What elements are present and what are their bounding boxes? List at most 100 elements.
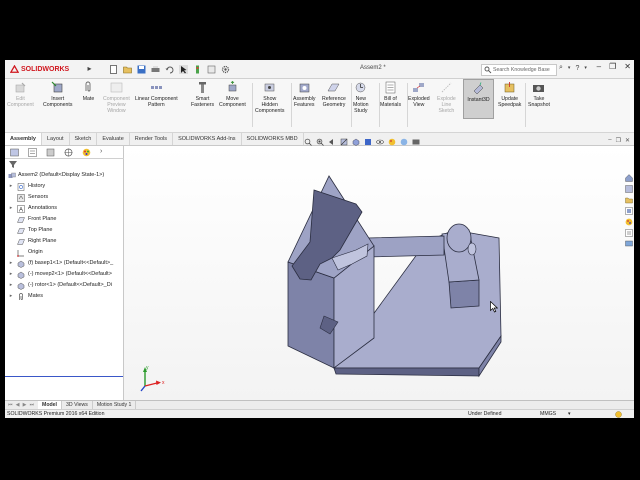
search-knowledge-base[interactable]: Search Knowledge Base	[481, 64, 557, 76]
expand-arrow-icon[interactable]: ▸	[8, 280, 14, 291]
dimxpert-tab-icon[interactable]	[64, 148, 73, 157]
help-dropdown-icon[interactable]: ▾	[584, 65, 587, 71]
tab-layout[interactable]: Layout	[42, 133, 70, 145]
graphics-area[interactable]: – ❐ ✕ x y	[124, 137, 634, 400]
design-library-icon[interactable]	[625, 185, 633, 193]
viewport-minimize-icon[interactable]: –	[608, 137, 611, 144]
help-icon[interactable]: ?	[575, 65, 579, 72]
tree-item-origin[interactable]: Origin	[5, 247, 123, 258]
previous-view-icon[interactable]	[328, 138, 336, 146]
property-manager-tab-icon[interactable]	[28, 147, 37, 157]
tree-item-basep1[interactable]: ▸ (f) basep1<1> (Default<<Default>_	[5, 258, 123, 269]
first-tab-icon[interactable]: ⏮	[8, 402, 13, 409]
tab-evaluate[interactable]: Evaluate	[97, 133, 130, 145]
undo-icon[interactable]	[165, 65, 174, 74]
minimize-icon[interactable]: –	[597, 62, 601, 71]
zoom-to-area-icon[interactable]	[316, 138, 324, 146]
search-dropdown-icon[interactable]: ▾	[568, 65, 571, 71]
feature-manager-tab-icon[interactable]	[10, 148, 19, 157]
expand-arrow-icon[interactable]: ▸	[8, 181, 14, 192]
expand-arrow-icon[interactable]: ▸	[8, 258, 14, 269]
tree-item-mates[interactable]: ▸ Mates	[5, 291, 123, 302]
tree-item-movep2[interactable]: ▸ (-) movep2<1> (Default<<Default>	[5, 269, 123, 280]
tab-motion-study-1[interactable]: Motion Study 1	[93, 401, 137, 409]
custom-properties-icon[interactable]	[625, 229, 633, 237]
close-icon[interactable]: ✕	[624, 62, 631, 71]
show-hidden-components-button[interactable]: Show Hidden Components	[255, 81, 284, 114]
assembly-3d-model[interactable]	[124, 146, 634, 400]
prev-tab-icon[interactable]: ◀	[16, 402, 20, 409]
update-speedpak-button[interactable]: Update Speedpak	[498, 81, 521, 108]
display-style-icon[interactable]	[364, 138, 372, 146]
mate-button[interactable]: Mate	[82, 81, 95, 102]
forum-icon[interactable]	[625, 240, 633, 248]
menu-expand-icon[interactable]: ▸	[85, 63, 94, 75]
expand-arrow-icon[interactable]: ▸	[8, 269, 14, 280]
tree-item-sensors[interactable]: Sensors	[5, 192, 123, 203]
viewport-restore-icon[interactable]: ❐	[616, 137, 621, 144]
file-explorer-icon[interactable]	[625, 196, 633, 204]
component-preview-window-button[interactable]: Component Preview Window	[103, 81, 130, 114]
zoom-to-fit-icon[interactable]	[304, 138, 312, 146]
bill-of-materials-button[interactable]: Bill of Materials	[380, 81, 401, 108]
panel-expand-icon[interactable]: ›	[100, 148, 102, 157]
solidworks-logo[interactable]: SOLIDWORKS	[10, 64, 69, 74]
next-tab-icon[interactable]: ▶	[23, 402, 27, 409]
instant3d-button[interactable]: Instant3D	[463, 79, 494, 119]
tab-assembly[interactable]: Assembly	[5, 133, 42, 145]
section-view-icon[interactable]	[340, 138, 348, 146]
edit-appearance-icon[interactable]	[388, 138, 396, 146]
exploded-view-button[interactable]: Exploded View	[408, 81, 430, 108]
options-gear-icon[interactable]	[221, 65, 230, 74]
view-orientation-icon[interactable]	[352, 138, 360, 146]
tree-item-annotations[interactable]: ▸ A Annotations	[5, 203, 123, 214]
search-input[interactable]: Search Knowledge Base	[493, 67, 550, 73]
expand-arrow-icon[interactable]: ▸	[8, 291, 14, 302]
tree-item-front-plane[interactable]: Front Plane	[5, 214, 123, 225]
view-palette-icon[interactable]	[625, 207, 633, 215]
print-icon[interactable]	[151, 65, 160, 74]
tab-3d-views[interactable]: 3D Views	[62, 401, 93, 409]
linear-component-pattern-button[interactable]: Linear Component Pattern	[135, 81, 178, 108]
tree-item-right-plane[interactable]: Right Plane	[5, 236, 123, 247]
apply-scene-icon[interactable]	[400, 138, 408, 146]
restore-icon[interactable]: ❐	[609, 62, 616, 71]
expand-arrow-icon[interactable]: ▸	[8, 203, 14, 214]
new-motion-study-button[interactable]: New Motion Study	[353, 81, 369, 114]
select-pointer-icon[interactable]	[179, 64, 188, 74]
tab-sketch[interactable]: Sketch	[70, 133, 98, 145]
insert-components-button[interactable]: Insert Components	[43, 81, 72, 108]
unit-system[interactable]: MMGS	[540, 410, 556, 418]
quick-tips-icon[interactable]	[615, 411, 622, 418]
tree-item-top-plane[interactable]: Top Plane	[5, 225, 123, 236]
open-folder-icon[interactable]	[123, 65, 132, 74]
tree-item-rotor[interactable]: ▸ (-) rotor<1> (Default<<Default>_Di	[5, 280, 123, 291]
display-manager-tab-icon[interactable]	[82, 148, 91, 157]
search-icon[interactable]: ⌕	[559, 64, 563, 72]
configuration-manager-tab-icon[interactable]	[46, 148, 55, 157]
file-properties-icon[interactable]	[207, 65, 216, 74]
reference-geometry-button[interactable]: Reference Geometry	[322, 81, 346, 108]
take-snapshot-button[interactable]: Take Snapshot	[528, 81, 550, 108]
viewport-close-icon[interactable]: ✕	[625, 137, 630, 144]
rebuild-icon[interactable]	[193, 65, 202, 74]
tab-render-tools[interactable]: Render Tools	[130, 133, 174, 145]
explode-line-sketch-button[interactable]: Explode Line Sketch	[437, 81, 456, 114]
new-document-icon[interactable]	[109, 64, 118, 74]
save-icon[interactable]	[137, 65, 146, 74]
hide-show-items-icon[interactable]	[376, 138, 384, 146]
tab-solidworks-mbd[interactable]: SOLIDWORKS MBD	[242, 133, 304, 145]
edit-component-button[interactable]: Edit Component	[7, 81, 34, 108]
units-dropdown-icon[interactable]: ▾	[568, 410, 571, 418]
move-component-button[interactable]: Move Component	[219, 81, 246, 108]
tree-root[interactable]: Assem2 (Default<Display State-1>)	[5, 170, 123, 181]
smart-fasteners-button[interactable]: Smart Fasteners	[191, 81, 214, 108]
last-tab-icon[interactable]: ⏭	[30, 402, 35, 409]
filter-icon[interactable]	[8, 160, 18, 169]
view-settings-icon[interactable]	[412, 138, 420, 146]
appearances-icon[interactable]	[625, 218, 633, 226]
solidworks-resources-icon[interactable]	[625, 174, 633, 182]
tab-model[interactable]: Model	[38, 401, 62, 409]
assembly-features-button[interactable]: Assembly Features	[293, 81, 316, 108]
tab-solidworks-add-ins[interactable]: SOLIDWORKS Add-Ins	[173, 133, 242, 145]
